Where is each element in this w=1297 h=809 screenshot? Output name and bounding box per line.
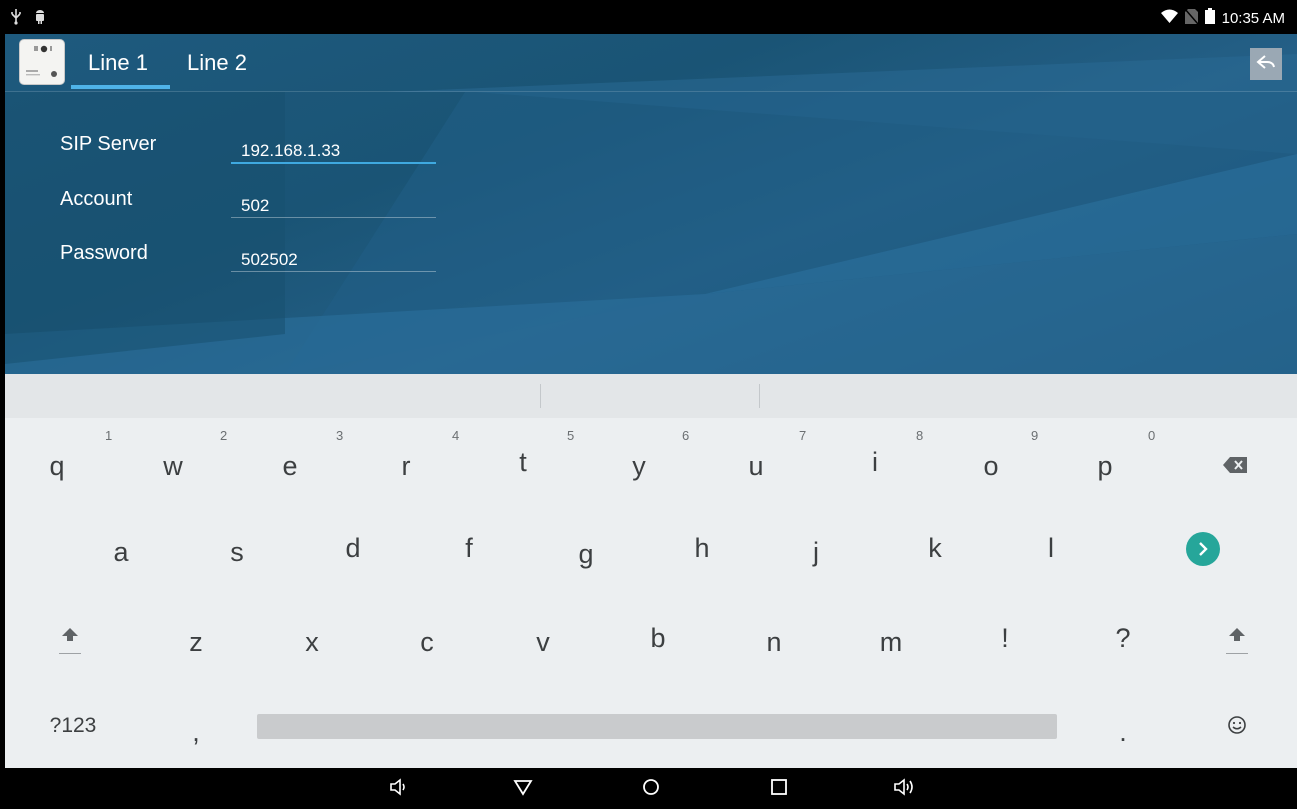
key-f[interactable]: f — [449, 528, 489, 568]
account-label: Account — [60, 188, 133, 210]
reply-icon — [1256, 54, 1276, 75]
usb-icon — [10, 9, 22, 29]
key-g[interactable]: g — [566, 534, 606, 574]
shift-key-left[interactable] — [48, 622, 92, 662]
key-exclamation[interactable]: ! — [985, 618, 1025, 658]
suggestion-divider — [540, 384, 541, 408]
password-input[interactable] — [231, 242, 436, 272]
app-header: Line 1 Line 2 — [5, 34, 1297, 91]
recents-button[interactable] — [766, 776, 792, 802]
key-v[interactable]: v — [523, 622, 563, 662]
navigation-bar — [5, 768, 1297, 809]
key-question[interactable]: ? — [1103, 618, 1143, 658]
key-h[interactable]: h — [682, 528, 722, 568]
key-hint: 6 — [682, 428, 690, 443]
password-label: Password — [60, 242, 148, 264]
header-divider — [5, 91, 1297, 92]
sip-server-input[interactable] — [231, 134, 436, 164]
shift-icon — [1226, 624, 1248, 661]
android-debug-icon — [34, 9, 46, 29]
key-m[interactable]: m — [871, 622, 911, 662]
app-logo — [19, 39, 65, 85]
key-b[interactable]: b — [638, 618, 678, 658]
tab-line-2[interactable]: Line 2 — [187, 50, 247, 76]
key-c[interactable]: c — [407, 622, 447, 662]
key-hint: 3 — [336, 428, 344, 443]
key-r[interactable]: r — [386, 446, 426, 486]
next-key[interactable] — [1185, 531, 1221, 573]
next-icon — [1186, 531, 1220, 573]
key-s[interactable]: s — [217, 532, 257, 572]
key-n[interactable]: n — [754, 622, 794, 662]
key-hint: 4 — [452, 428, 460, 443]
key-comma[interactable]: , — [176, 714, 216, 750]
clock: 10:35 AM — [1221, 10, 1285, 27]
sip-server-label: SIP Server — [60, 133, 157, 155]
key-hint: 8 — [916, 428, 924, 443]
key-i[interactable]: i — [855, 442, 895, 482]
shift-icon — [59, 624, 81, 661]
back-button[interactable] — [510, 776, 536, 802]
key-period[interactable]: . — [1103, 714, 1143, 750]
key-d[interactable]: d — [333, 528, 373, 568]
soft-keyboard: q 1 w 2 e 3 r 4 t 5 y 6 u 7 i 8 o 9 p 0 … — [5, 374, 1297, 768]
emoji-icon — [1227, 711, 1247, 742]
suggestion-strip[interactable] — [5, 374, 1297, 418]
key-hint: 1 — [105, 428, 113, 443]
suggestion-divider — [759, 384, 760, 408]
shift-key-right[interactable] — [1215, 622, 1259, 662]
volume-up-button[interactable] — [891, 776, 917, 802]
backspace-key[interactable] — [1215, 446, 1255, 482]
key-hint: 9 — [1031, 428, 1039, 443]
wifi-icon — [1160, 9, 1178, 28]
key-hint: 2 — [220, 428, 228, 443]
key-hint: 0 — [1148, 428, 1156, 443]
emoji-key[interactable] — [1219, 708, 1255, 744]
spacebar[interactable] — [257, 714, 1057, 739]
key-w[interactable]: w — [153, 446, 193, 486]
account-input[interactable] — [231, 188, 436, 218]
active-tab-indicator — [71, 85, 170, 89]
key-o[interactable]: o — [971, 446, 1011, 486]
key-p[interactable]: p — [1085, 446, 1125, 486]
key-q[interactable]: q — [37, 446, 77, 486]
key-x[interactable]: x — [292, 622, 332, 662]
key-k[interactable]: k — [915, 528, 955, 568]
key-e[interactable]: e — [270, 446, 310, 486]
reply-button[interactable] — [1250, 48, 1282, 80]
key-j[interactable]: j — [796, 532, 836, 572]
key-y[interactable]: y — [619, 446, 659, 486]
key-z[interactable]: z — [176, 622, 216, 662]
no-sim-icon — [1184, 8, 1199, 29]
key-a[interactable]: a — [101, 532, 141, 572]
app-screen: Line 1 Line 2 SIP Server Account Passwor… — [5, 34, 1297, 374]
key-u[interactable]: u — [736, 446, 776, 486]
recents-icon — [770, 778, 788, 801]
home-icon — [641, 777, 661, 802]
key-l[interactable]: l — [1031, 528, 1071, 568]
back-icon — [513, 778, 533, 801]
battery-icon — [1204, 8, 1215, 29]
key-hint: 5 — [567, 428, 575, 443]
tab-line-1[interactable]: Line 1 — [88, 50, 148, 76]
backspace-icon — [1223, 449, 1247, 480]
volume-up-icon — [892, 777, 916, 802]
home-button[interactable] — [638, 776, 664, 802]
key-hint: 7 — [799, 428, 807, 443]
status-bar: 10:35 AM — [0, 0, 1297, 34]
symbols-key[interactable]: ?123 — [43, 708, 103, 744]
key-t[interactable]: t — [503, 442, 543, 482]
volume-down-button[interactable] — [385, 776, 411, 802]
volume-down-icon — [388, 777, 408, 802]
